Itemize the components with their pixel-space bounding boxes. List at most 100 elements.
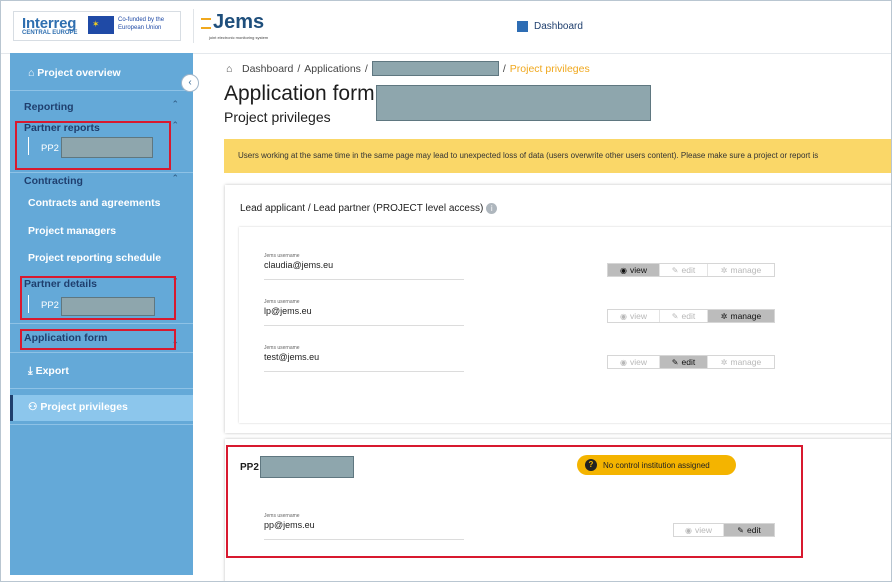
lead-section-title-text: Lead applicant / Lead partner (PROJECT l…: [240, 203, 484, 215]
project-managers-label: Project managers: [28, 225, 117, 237]
sidebar-divider: [10, 323, 193, 324]
username-label: Jems username: [264, 345, 300, 351]
manage-option[interactable]: ✲ manage: [708, 356, 774, 368]
sidebar-divider: [10, 424, 193, 425]
sidebar-divider: [10, 352, 193, 353]
edit-label: edit: [681, 265, 696, 275]
breadcrumb-dashboard[interactable]: Dashboard: [242, 63, 293, 75]
edit-label: edit: [681, 311, 696, 321]
user-row: Jems username test@jems.eu: [264, 345, 464, 372]
breadcrumb-applications[interactable]: Applications: [304, 63, 361, 75]
pencil-icon: ✎: [671, 357, 679, 367]
home-icon[interactable]: ⌂: [226, 63, 238, 75]
breadcrumb-separator: /: [297, 62, 301, 75]
project-overview-label: Project overview: [37, 67, 121, 79]
edit-label: edit: [681, 357, 696, 367]
contracting-label: Contracting: [24, 175, 83, 187]
username-value[interactable]: claudia@jems.eu: [264, 260, 464, 270]
chevron-up-icon[interactable]: ⌃: [171, 173, 179, 184]
username-label: Jems username: [264, 299, 300, 305]
gear-icon: ✲: [720, 265, 728, 275]
home-icon: ⌂: [28, 67, 35, 79]
sidebar-divider: [10, 172, 193, 173]
jems-logo-sub: joint electronic monitoring system: [209, 35, 269, 40]
jems-logo-text: Jems: [213, 11, 265, 33]
username-value[interactable]: test@jems.eu: [264, 352, 464, 362]
project-privileges-label: Project privileges: [40, 401, 128, 413]
highlight-box: [15, 121, 171, 170]
breadcrumb: ⌂ Dashboard / Applications / / Project p…: [226, 61, 590, 76]
dashboard-link[interactable]: Dashboard: [517, 21, 583, 32]
view-option[interactable]: ◉ view: [608, 310, 660, 322]
view-option[interactable]: ◉ view: [608, 264, 660, 276]
top-bar: Interreg CENTRAL EUROPE ✶ Co-funded by t…: [1, 1, 891, 54]
users-gear-icon: ⚇: [28, 401, 38, 413]
sidebar-item-contracts[interactable]: Contracts and agreements: [28, 197, 211, 209]
chevron-left-icon[interactable]: ‹: [181, 74, 199, 92]
eye-icon: ◉: [620, 357, 627, 367]
sidebar-section-reporting[interactable]: Reporting: [24, 101, 207, 113]
view-label: view: [629, 265, 647, 275]
manage-option[interactable]: ✲ manage: [708, 310, 774, 322]
interreg-region: CENTRAL EUROPE: [22, 30, 78, 36]
manage-label: manage: [730, 311, 762, 321]
pencil-icon: ✎: [671, 311, 679, 321]
page-title: Application form: [224, 82, 375, 105]
export-label: Export: [35, 365, 69, 377]
gear-icon: ✲: [720, 357, 728, 367]
highlight-box: [20, 329, 176, 350]
header-divider: [193, 9, 194, 43]
redacted-project-title: [376, 85, 651, 121]
view-label: view: [629, 357, 647, 367]
user-row: Jems username claudia@jems.eu: [264, 253, 464, 280]
privilege-toggle: ◉ view ✎ edit ✲ manage: [607, 355, 775, 369]
manage-label: manage: [730, 265, 762, 275]
jems-mark-icon: [201, 18, 211, 29]
username-label: Jems username: [264, 253, 300, 259]
warning-banner: Users working at the same time in the sa…: [224, 139, 891, 173]
chevron-up-icon[interactable]: ⌃: [171, 99, 179, 110]
download-icon: ⤓: [28, 365, 33, 377]
lead-section-title: Lead applicant / Lead partner (PROJECT l…: [240, 203, 498, 215]
view-label: view: [629, 311, 647, 321]
page-subtitle: Project privileges: [224, 109, 331, 125]
user-row: Jems username lp@jems.eu: [264, 299, 464, 326]
reporting-schedule-label: Project reporting schedule: [28, 252, 162, 264]
sidebar-item-project-overview[interactable]: ⌂ Project overview: [28, 67, 178, 79]
active-indicator: [10, 395, 13, 421]
sidebar-divider: [10, 388, 193, 389]
sidebar-item-reporting-schedule[interactable]: Project reporting schedule: [28, 252, 211, 264]
dashboard-label: Dashboard: [534, 21, 583, 32]
eu-flag-icon: ✶: [88, 16, 114, 34]
sidebar: ⌂ Project overview Reporting ⌃ Partner r…: [10, 53, 193, 575]
breadcrumb-separator: /: [364, 62, 368, 75]
sidebar-item-export[interactable]: ⤓ Export: [28, 365, 211, 378]
redacted-project-id: [371, 61, 499, 76]
edit-option[interactable]: ✎ edit: [660, 264, 708, 276]
eye-icon: ◉: [620, 265, 627, 275]
privilege-toggle: ◉ view ✎ edit ✲ manage: [607, 263, 775, 277]
edit-option[interactable]: ✎ edit: [660, 356, 708, 368]
jems-logo[interactable]: Jems joint electronic monitoring system: [201, 11, 268, 40]
view-option[interactable]: ◉ view: [608, 356, 660, 368]
sidebar-item-project-managers[interactable]: Project managers: [28, 225, 211, 237]
cofunded-text: Co-funded by the European Union: [118, 17, 165, 31]
app-frame: Interreg CENTRAL EUROPE ✶ Co-funded by t…: [0, 0, 892, 582]
username-value[interactable]: lp@jems.eu: [264, 306, 464, 316]
highlight-box: [226, 445, 803, 558]
sidebar-section-contracting[interactable]: Contracting: [24, 175, 207, 187]
eye-icon: ◉: [620, 311, 627, 321]
info-icon[interactable]: i: [486, 203, 498, 214]
dashboard-icon: [517, 21, 528, 32]
interreg-logo: Interreg CENTRAL EUROPE ✶ Co-funded by t…: [13, 11, 181, 41]
manage-option[interactable]: ✲ manage: [708, 264, 774, 276]
breadcrumb-current: Project privileges: [509, 62, 590, 75]
breadcrumb-separator: /: [502, 62, 506, 75]
manage-label: manage: [730, 357, 762, 367]
sidebar-item-project-privileges[interactable]: ⚇ Project privileges: [28, 401, 211, 413]
pencil-icon: ✎: [671, 265, 679, 275]
highlight-box: [20, 276, 176, 320]
edit-option[interactable]: ✎ edit: [660, 310, 708, 322]
contracts-label: Contracts and agreements: [28, 197, 161, 209]
chevron-up-icon[interactable]: ⌃: [171, 120, 179, 131]
